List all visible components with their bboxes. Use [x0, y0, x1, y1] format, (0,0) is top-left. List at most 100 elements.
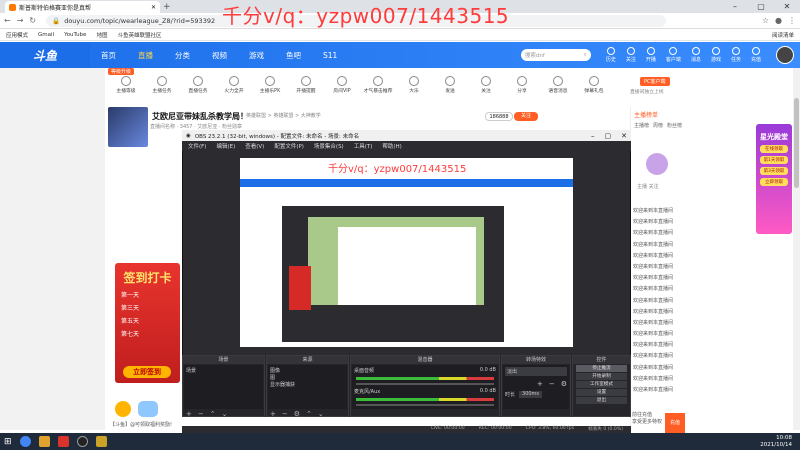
side-ad-banner[interactable]: 星光殿堂 在线领取 第1天领取 第3天领取 立即领取 [756, 124, 792, 234]
nav-item-yuba[interactable]: 鱼吧 [286, 50, 301, 61]
feature-item[interactable]: 开播提醒 [288, 76, 324, 94]
maximize-icon[interactable]: ▢ [748, 0, 774, 13]
app-icon[interactable] [95, 436, 107, 447]
rank-header[interactable]: 主播榜单 [631, 107, 685, 122]
nav-item-category[interactable]: 分类 [175, 50, 190, 61]
top-icon-recharge[interactable]: 充值 [751, 47, 761, 63]
start-recording-button[interactable]: 开始录制 [576, 373, 627, 380]
top-icon-history[interactable]: 历史 [606, 47, 616, 63]
menu-icon[interactable]: ⋮ [788, 16, 796, 25]
top-icon-client[interactable]: 客户端 [666, 47, 681, 63]
taskbar-clock[interactable]: 10:08 2021/10/14 [760, 435, 792, 449]
feature-item[interactable]: 主播等级 [108, 76, 144, 94]
pc-client-button[interactable]: PC客户端 [640, 77, 670, 86]
feature-item[interactable]: 大乐 [396, 76, 432, 94]
anchor-avatar[interactable] [108, 107, 148, 147]
bookmark-item[interactable]: YouTube [64, 32, 86, 38]
tab-fans[interactable]: 粉丝榜 [667, 122, 682, 129]
close-icon[interactable]: ✕ [621, 132, 627, 140]
duration-input[interactable]: 300ms [519, 391, 543, 398]
add-icon[interactable]: + [186, 410, 192, 418]
add-icon[interactable]: + [270, 410, 276, 418]
side-ad-item[interactable]: 第1天领取 [760, 156, 788, 164]
minimize-icon[interactable]: – [591, 132, 595, 140]
remove-icon[interactable]: − [282, 410, 288, 418]
feature-item[interactable]: 发送 [432, 76, 468, 94]
top-icon-follow[interactable]: 关注 [626, 47, 636, 63]
recharge-button[interactable]: 充值 [665, 413, 685, 433]
scrollbar-thumb[interactable] [794, 98, 799, 188]
douyu-logo[interactable]: 斗鱼 [0, 42, 90, 68]
feature-item[interactable]: 关注 [468, 76, 504, 94]
menu-file[interactable]: 文件(F) [188, 142, 206, 150]
settings-button[interactable]: 设置 [576, 389, 627, 396]
bookmark-item[interactable]: 应用模式 [6, 31, 28, 39]
gear-icon[interactable]: ⚙ [294, 410, 300, 418]
menu-scene-collection[interactable]: 场景集合(S) [314, 142, 344, 150]
bookmark-item[interactable]: 地图 [96, 31, 107, 39]
scene-item[interactable]: 场景 [186, 367, 261, 374]
close-icon[interactable]: ✕ [151, 4, 156, 11]
feature-item[interactable]: 语音消息 [540, 76, 576, 94]
top-icon-task[interactable]: 任务 [731, 47, 741, 63]
reload-icon[interactable]: ↻ [29, 16, 36, 25]
page-scrollbar[interactable] [793, 68, 800, 430]
remove-icon[interactable]: − [198, 410, 204, 418]
studio-mode-button[interactable]: 工作室模式 [576, 381, 627, 388]
room-category[interactable]: 英雄联盟 > 英雄联盟 > 大神教学 [246, 112, 321, 119]
search-icon[interactable]: ⌕ [584, 52, 587, 59]
obs-taskbar-icon[interactable] [76, 436, 88, 447]
forward-icon[interactable]: → [17, 16, 24, 25]
nav-item-game[interactable]: 游戏 [249, 50, 264, 61]
avatar[interactable] [776, 46, 794, 64]
follow-button[interactable]: 关注 [514, 112, 538, 121]
minimize-icon[interactable]: – [722, 0, 748, 13]
volume-slider[interactable] [356, 383, 494, 385]
down-icon[interactable]: ⌄ [318, 410, 324, 418]
gift-box-icon[interactable] [138, 401, 158, 417]
side-ad-item[interactable]: 立即领取 [760, 178, 788, 186]
search-input[interactable]: 搜索dnf ⌕ [520, 49, 591, 61]
menu-tools[interactable]: 工具(T) [354, 142, 373, 150]
nav-item-s11[interactable]: S11 [323, 51, 337, 60]
side-ad-item[interactable]: 在线领取 [760, 145, 788, 153]
up-icon[interactable]: ⌃ [210, 410, 216, 418]
close-window-icon[interactable]: ✕ [774, 0, 800, 13]
tab-rank[interactable]: 主播榜 [634, 122, 649, 129]
bookmark-item[interactable]: 斗鱼英雄联盟社区 [117, 31, 161, 39]
chrome-icon[interactable] [19, 436, 31, 447]
nav-item-video[interactable]: 视频 [212, 50, 227, 61]
new-tab-icon[interactable]: + [163, 2, 171, 12]
source-item[interactable]: 显示器捕获 [270, 381, 345, 388]
checkin-button[interactable]: 立即签到 [123, 366, 171, 378]
host-avatar[interactable] [646, 153, 668, 175]
exit-button[interactable]: 退出 [576, 397, 627, 404]
windows-start-icon[interactable]: ⊞ [4, 437, 12, 447]
source-item[interactable]: 图 [270, 374, 345, 381]
gear-icon[interactable]: ⚙ [561, 380, 567, 388]
menu-help[interactable]: 帮助(H) [382, 142, 401, 150]
menu-edit[interactable]: 编辑(E) [216, 142, 235, 150]
folder-icon[interactable] [38, 436, 50, 447]
feature-item[interactable]: 火力全开 [216, 76, 252, 94]
feature-item[interactable]: 才气暴击推荐 [360, 76, 396, 94]
nav-item-home[interactable]: 首页 [101, 50, 116, 61]
top-icon-stream[interactable]: 开播 [646, 47, 656, 63]
add-icon[interactable]: + [537, 380, 543, 388]
star-icon[interactable]: ☆ [762, 16, 769, 25]
side-ad-item[interactable]: 第3天领取 [760, 167, 788, 175]
feature-item[interactable]: 弹幕礼包 [576, 76, 612, 94]
tab-week[interactable]: 周榜 [653, 122, 663, 129]
app-icon[interactable] [57, 436, 69, 447]
remove-icon[interactable]: − [549, 380, 555, 388]
maximize-icon[interactable]: ▢ [605, 132, 612, 140]
down-icon[interactable]: ⌄ [222, 410, 228, 418]
profile-icon[interactable]: ● [775, 16, 782, 25]
menu-view[interactable]: 查看(V) [245, 142, 264, 150]
feature-item[interactable]: 直播任务 [180, 76, 216, 94]
top-icon-game[interactable]: 游戏 [711, 47, 721, 63]
feature-item[interactable]: 房间VIP [324, 76, 360, 94]
feature-item[interactable]: 主播任务 [144, 76, 180, 94]
reading-list[interactable]: 阅读清单 [772, 31, 794, 39]
back-icon[interactable]: ← [4, 16, 11, 25]
